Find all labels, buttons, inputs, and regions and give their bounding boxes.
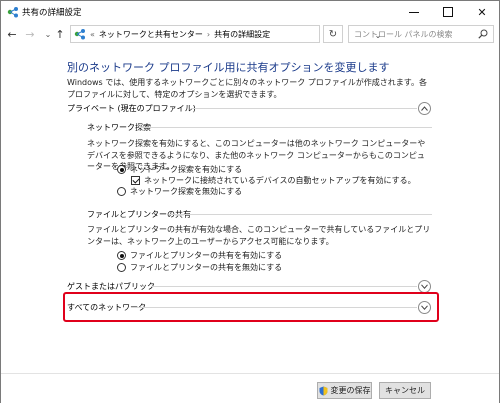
minimize-icon — [409, 11, 419, 13]
up-arrow-icon: ↑ — [55, 27, 65, 41]
radio-unselected[interactable] — [117, 263, 126, 272]
page-title: 別のネットワーク プロファイル用に共有オプションを変更します — [67, 61, 390, 74]
window-title: 共有の詳細設定 — [22, 8, 82, 18]
close-button[interactable]: ✕ — [465, 1, 499, 23]
divider — [191, 108, 417, 109]
radio-selected[interactable] — [117, 251, 126, 260]
forward-button[interactable]: → — [23, 26, 37, 42]
divider — [151, 286, 417, 287]
network-sharing-icon — [7, 7, 18, 18]
private-section-heading[interactable]: プライベート (現在のプロファイル) — [67, 103, 196, 114]
highlight-box — [63, 292, 439, 322]
footer: 変更の保存 キャンセル — [1, 373, 499, 403]
file-sharing-off-option[interactable]: ファイルとプリンターの共有を無効にする — [117, 262, 282, 273]
file-sharing-on-option[interactable]: ファイルとプリンターの共有を有効にする — [117, 250, 282, 261]
maximize-button[interactable] — [431, 1, 465, 23]
forward-arrow-icon: → — [25, 27, 35, 41]
back-arrow-icon: ← — [7, 27, 17, 41]
navigation-bar: ← → ⌄ ↑ « ネットワークと共有センター › 共有の詳細設定 ⌄ ↻ コン… — [1, 23, 499, 45]
auto-setup-option[interactable]: ネットワークに接続されているデバイスの自動セットアップを有効にする。 — [131, 175, 416, 186]
breadcrumb-separator-icon[interactable]: › — [207, 30, 210, 39]
network-discovery-off-option[interactable]: ネットワーク探索を無効にする — [117, 186, 242, 197]
breadcrumb-advanced-sharing[interactable]: 共有の詳細設定 — [214, 29, 270, 40]
auto-setup-label: ネットワークに接続されているデバイスの自動セットアップを有効にする。 — [144, 176, 416, 185]
shield-icon — [319, 386, 327, 395]
search-box[interactable]: コントロール パネルの検索 — [348, 25, 494, 43]
network-discovery-on-label: ネットワーク探索を有効にする — [130, 165, 243, 174]
network-sharing-icon — [74, 29, 85, 40]
up-button[interactable]: ↑ — [53, 26, 67, 42]
refresh-button[interactable]: ↻ — [323, 25, 343, 43]
close-icon: ✕ — [477, 5, 487, 19]
radio-selected[interactable] — [117, 165, 126, 174]
file-printer-sharing-description: ファイルとプリンターの共有が有効な場合、このコンピューターで共有しているファイル… — [87, 225, 431, 246]
minimize-button[interactable] — [397, 1, 431, 23]
page-intro: Windows では、使用するネットワークごとに別々のネットワーク プロファイル… — [67, 78, 427, 99]
chevron-down-icon — [421, 284, 428, 289]
maximize-icon — [443, 7, 453, 17]
network-discovery-on-option[interactable]: ネットワーク探索を有効にする — [117, 164, 242, 175]
auto-setup-checkbox[interactable] — [131, 176, 140, 185]
search-input[interactable]: コントロール パネルの検索 — [354, 29, 478, 40]
file-sharing-off-label: ファイルとプリンターの共有を無効にする — [130, 263, 283, 272]
divider — [139, 127, 432, 128]
save-changes-label: 変更の保存 — [330, 386, 371, 395]
search-icon — [478, 29, 488, 39]
save-changes-button[interactable]: 変更の保存 — [317, 382, 372, 399]
cancel-label: キャンセル — [385, 386, 425, 395]
refresh-icon: ↻ — [328, 28, 338, 40]
address-bar[interactable]: « ネットワークと共有センター › 共有の詳細設定 ⌄ — [70, 25, 381, 43]
title-bar: 共有の詳細設定 ✕ — [1, 1, 499, 23]
radio-unselected[interactable] — [117, 187, 126, 196]
back-button[interactable]: ← — [5, 26, 19, 42]
network-discovery-off-label: ネットワーク探索を無効にする — [130, 187, 243, 196]
divider — [169, 214, 432, 215]
private-section-toggle[interactable] — [418, 102, 431, 115]
cancel-button[interactable]: キャンセル — [379, 382, 431, 399]
file-sharing-on-label: ファイルとプリンターの共有を有効にする — [130, 251, 283, 260]
chevron-down-icon: ⌄ — [44, 29, 52, 39]
window: 共有の詳細設定 ✕ ← → ⌄ ↑ « ネットワークと共有センター › 共有の詳… — [0, 0, 500, 403]
breadcrumb-overflow[interactable]: « — [90, 30, 95, 39]
chevron-up-icon — [421, 106, 428, 111]
breadcrumb-network-center[interactable]: ネットワークと共有センター — [99, 29, 203, 40]
guest-section-heading[interactable]: ゲストまたはパブリック — [67, 281, 155, 292]
